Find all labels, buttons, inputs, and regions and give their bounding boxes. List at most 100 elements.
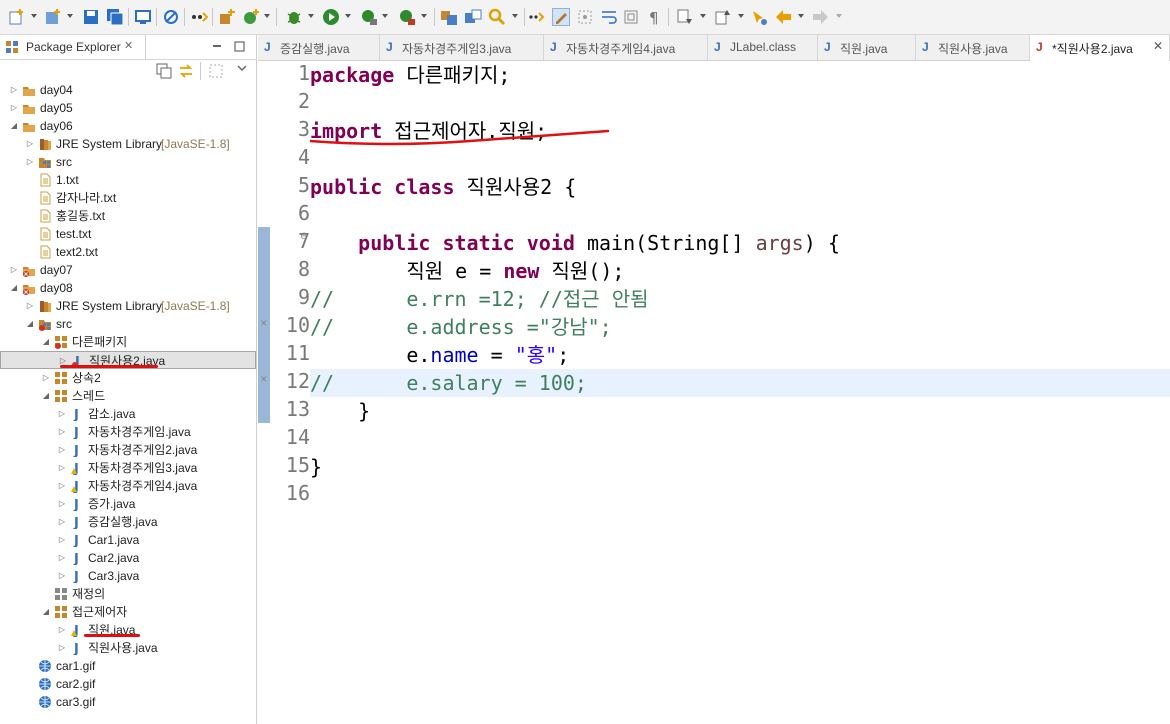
new-type-dropdown-icon[interactable]: [67, 14, 73, 18]
collapsed-arrow-icon[interactable]: ▷: [58, 513, 66, 531]
package-explorer-tab[interactable]: Package Explorer ✕: [0, 35, 146, 59]
tree-item[interactable]: ▷ J 직원사용.java: [0, 639, 256, 657]
save-all-icon[interactable]: [106, 8, 124, 26]
new-dropdown-icon[interactable]: [31, 14, 37, 18]
tree-item[interactable]: ▷ J 증감실행.java: [0, 513, 256, 531]
tree-item[interactable]: ▷ J 자동차경주게임.java: [0, 423, 256, 441]
tree-item[interactable]: test.txt: [0, 225, 256, 243]
show-whitespace-icon[interactable]: [622, 8, 640, 26]
terminal-icon[interactable]: [134, 8, 152, 26]
run-dropdown-icon[interactable]: [345, 14, 351, 18]
tree-item[interactable]: 감자나라.txt: [0, 189, 256, 207]
fold-icon[interactable]: ⊖: [300, 231, 308, 242]
tree-item[interactable]: ▷ J 감소.java: [0, 405, 256, 423]
expanded-arrow-icon[interactable]: ◢: [42, 333, 50, 351]
toggle-breadcrumb-icon[interactable]: [528, 8, 546, 26]
next-annotation-dropdown-icon[interactable]: [700, 14, 706, 18]
expanded-arrow-icon[interactable]: ◢: [42, 603, 50, 621]
tree-item[interactable]: text2.txt: [0, 243, 256, 261]
tree-item[interactable]: ▷ day04: [0, 81, 256, 99]
editor-tab[interactable]: J JLabel.class: [708, 35, 818, 60]
coverage-dropdown-icon[interactable]: [382, 14, 388, 18]
tree-item[interactable]: ▷ J 자동차경주게임3.java: [0, 459, 256, 477]
tree-item[interactable]: 재정의: [0, 585, 256, 603]
search-dropdown-icon[interactable]: [512, 14, 518, 18]
collapsed-arrow-icon[interactable]: ▷: [10, 81, 18, 99]
open-task-icon[interactable]: [464, 8, 482, 26]
back-dropdown-icon[interactable]: [798, 14, 804, 18]
tree-item[interactable]: ◢ 스레드: [0, 387, 256, 405]
collapsed-arrow-icon[interactable]: ▷: [58, 423, 66, 441]
maximize-icon[interactable]: [234, 41, 245, 55]
open-type-icon[interactable]: [440, 8, 458, 26]
forward-dropdown-icon[interactable]: [836, 14, 842, 18]
collapsed-arrow-icon[interactable]: ▷: [58, 405, 66, 423]
collapsed-arrow-icon[interactable]: ▷: [58, 567, 66, 585]
forward-icon[interactable]: [812, 8, 830, 26]
tree-item[interactable]: ▷ J 증가.java: [0, 495, 256, 513]
close-icon[interactable]: ✕: [124, 39, 133, 52]
new-type-icon[interactable]: [44, 8, 62, 26]
skip-breakpoints-icon[interactable]: [162, 8, 180, 26]
pilcrow-icon[interactable]: ¶: [646, 8, 664, 27]
tree-item[interactable]: ◢ day06: [0, 117, 256, 135]
editor-tab[interactable]: J 직원.java: [818, 35, 916, 60]
tree-item[interactable]: ◢ 다른패키지: [0, 333, 256, 351]
mark-occurrences-icon[interactable]: [552, 8, 570, 26]
tree-item[interactable]: car3.gif: [0, 693, 256, 711]
tree-item[interactable]: ▷ J 자동차경주게임2.java: [0, 441, 256, 459]
word-wrap-icon[interactable]: [600, 8, 618, 26]
collapse-all-icon[interactable]: [156, 63, 172, 79]
tree-item[interactable]: ▷ day07: [0, 261, 256, 279]
new-package-icon[interactable]: [218, 8, 236, 26]
next-annotation-icon[interactable]: [676, 8, 694, 26]
tree-item[interactable]: ▷ J 자동차경주게임4.java: [0, 477, 256, 495]
collapsed-arrow-icon[interactable]: ▷: [58, 531, 66, 549]
collapsed-arrow-icon[interactable]: ▷: [26, 297, 34, 315]
expanded-arrow-icon[interactable]: ◢: [42, 387, 50, 405]
new-class-dropdown-icon[interactable]: [264, 14, 270, 18]
tree-item[interactable]: 1.txt: [0, 171, 256, 189]
debug-dropdown-icon[interactable]: [308, 14, 314, 18]
tree-item[interactable]: ▷ 상속2: [0, 369, 256, 387]
collapsed-arrow-icon[interactable]: ▷: [42, 369, 50, 387]
tree-item[interactable]: ▷ JRE System Library [JavaSE-1.8]: [0, 297, 256, 315]
debug-icon[interactable]: [285, 8, 303, 26]
coverage-icon[interactable]: [360, 8, 378, 26]
tree-item[interactable]: ▷ J Car3.java: [0, 567, 256, 585]
tree-item[interactable]: ▷ J Car1.java: [0, 531, 256, 549]
drop-to-frame-icon[interactable]: [190, 8, 209, 26]
external-tools-dropdown-icon[interactable]: [421, 14, 427, 18]
run-icon[interactable]: [322, 8, 340, 26]
tree-item[interactable]: car2.gif: [0, 675, 256, 693]
link-with-editor-icon[interactable]: [178, 63, 194, 79]
previous-annotation-icon[interactable]: [714, 8, 732, 26]
back-icon[interactable]: [774, 8, 792, 26]
collapsed-arrow-icon[interactable]: ▷: [58, 477, 66, 495]
focus-icon[interactable]: [208, 63, 224, 79]
collapsed-arrow-icon[interactable]: ▷: [10, 99, 18, 117]
collapsed-arrow-icon[interactable]: ▷: [58, 441, 66, 459]
editor-tab-active[interactable]: J *직원사용2.java ✕: [1030, 35, 1170, 61]
close-icon[interactable]: ✕: [1153, 39, 1163, 53]
external-tools-icon[interactable]: [398, 8, 416, 26]
block-selection-icon[interactable]: [576, 8, 594, 26]
tree-item[interactable]: ◢ day08: [0, 279, 256, 297]
collapsed-arrow-icon[interactable]: ▷: [58, 639, 66, 657]
tree-item[interactable]: ◢ src: [0, 315, 256, 333]
new-class-icon[interactable]: [242, 8, 260, 26]
tree-item[interactable]: ▷ day05: [0, 99, 256, 117]
editor-tab[interactable]: J 직원사용.java: [916, 35, 1030, 60]
expanded-arrow-icon[interactable]: ◢: [10, 117, 18, 135]
tree-item[interactable]: 홍길동.txt: [0, 207, 256, 225]
new-icon[interactable]: [8, 8, 26, 26]
tree-item[interactable]: car1.gif: [0, 657, 256, 675]
editor-tab[interactable]: J 자동차경주게임4.java: [544, 35, 708, 60]
collapsed-arrow-icon[interactable]: ▷: [58, 621, 66, 639]
editor-tab[interactable]: J 증감실행.java: [258, 35, 380, 60]
collapsed-arrow-icon[interactable]: ▷: [58, 549, 66, 567]
previous-annotation-dropdown-icon[interactable]: [738, 14, 744, 18]
expanded-arrow-icon[interactable]: ◢: [10, 279, 18, 297]
tree-item[interactable]: ▷ src: [0, 153, 256, 171]
save-icon[interactable]: [82, 8, 100, 26]
